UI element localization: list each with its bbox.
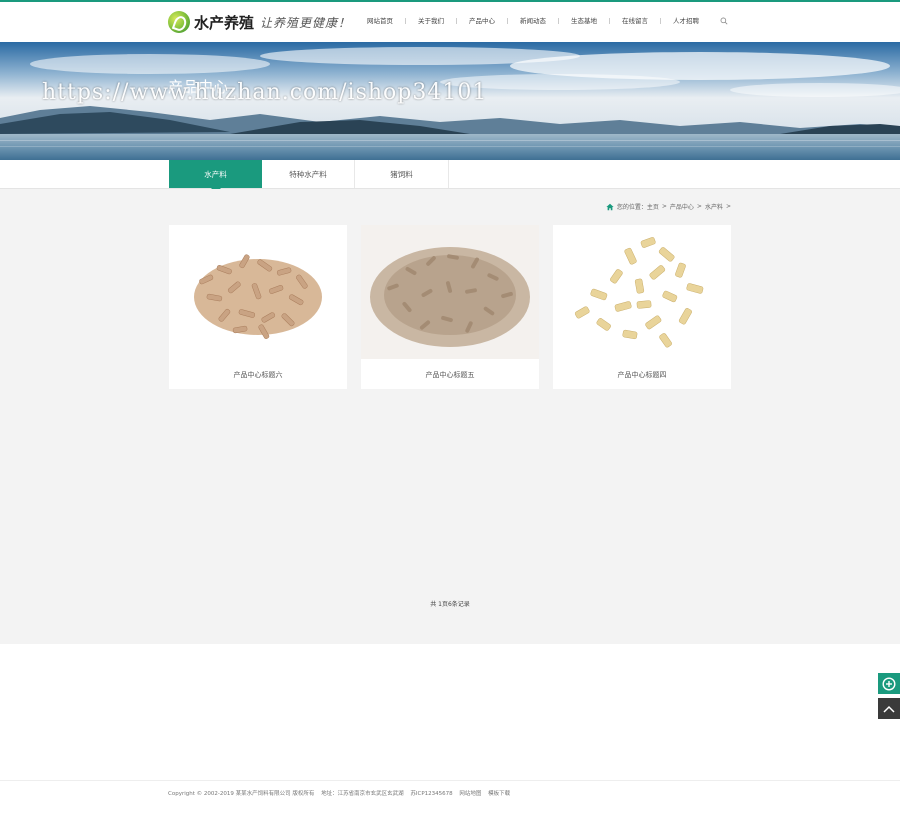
back-to-top-button[interactable]	[878, 698, 900, 719]
nav-item-about[interactable]: 关于我们	[406, 15, 456, 27]
logo[interactable]: 水产养殖 让养殖更健康！	[168, 10, 351, 34]
product-card[interactable]: 产品中心标题六	[169, 225, 347, 389]
page-banner: 产品中心 https://www.huzhan.com/ishop34101	[0, 42, 900, 160]
breadcrumb-separator: >	[725, 203, 731, 210]
nav-item-news[interactable]: 新闻动态	[508, 15, 558, 27]
home-icon	[606, 203, 614, 210]
add-float-button[interactable]	[878, 673, 900, 694]
footer-sitemap-link[interactable]: 网站地图	[459, 791, 481, 797]
logo-slogan: 让养殖更健康！	[260, 15, 352, 30]
tab-special-aquatic-feed[interactable]: 特种水产料	[262, 160, 355, 188]
nav-item-products[interactable]: 产品中心	[457, 15, 507, 27]
footer-address: 地址：江苏省南京市玄武区玄武湖	[321, 791, 404, 797]
category-tabs: 水产料 特种水产料 猪饲料	[0, 160, 900, 193]
product-card[interactable]: 产品中心标题五	[361, 225, 539, 389]
breadcrumb-home[interactable]: 主页	[647, 202, 659, 211]
footer-divider	[0, 780, 900, 781]
tab-label: 特种水产料	[289, 169, 327, 179]
logo-text: 水产养殖	[194, 13, 255, 32]
breadcrumb-current[interactable]: 水产料	[705, 202, 723, 211]
product-title[interactable]: 产品中心标题六	[169, 370, 347, 380]
pagination-info: 共 1页6条记录	[430, 601, 470, 608]
site-footer: Copyright © 2002-2019 某某水产饲料有限公司 版权所有 地址…	[168, 789, 515, 797]
plus-circle-icon	[882, 676, 896, 691]
footer-icp-link[interactable]: 苏ICP12345678	[410, 791, 452, 797]
logo-icon	[168, 11, 190, 33]
tab-label: 水产料	[204, 169, 227, 179]
search-icon[interactable]	[720, 17, 728, 25]
main-nav: 网站首页 关于我们 产品中心 新闻动态 生态基地 在线留言 人才招聘	[355, 15, 711, 27]
product-image	[169, 225, 347, 359]
product-title[interactable]: 产品中心标题五	[361, 370, 539, 380]
nav-item-base[interactable]: 生态基地	[559, 15, 609, 27]
tab-aquatic-feed[interactable]: 水产料	[169, 160, 262, 193]
product-card[interactable]: 产品中心标题四	[553, 225, 731, 389]
breadcrumb-category[interactable]: 产品中心	[670, 202, 694, 211]
watermark-url: https://www.huzhan.com/ishop34101	[42, 80, 488, 105]
breadcrumb: 您的位置： 主页 > 产品中心 > 水产料 >	[606, 202, 731, 211]
site-header: 水产养殖 让养殖更健康！ 网站首页 关于我们 产品中心 新闻动态 生态基地 在线…	[0, 2, 900, 42]
breadcrumb-separator: >	[661, 203, 667, 210]
breadcrumb-separator: >	[696, 203, 702, 210]
breadcrumb-prefix: 您的位置：	[616, 204, 647, 211]
main-content: 您的位置： 主页 > 产品中心 > 水产料 > 产品中心标题六 产品中心标题五 …	[0, 189, 900, 644]
nav-item-message[interactable]: 在线留言	[610, 15, 660, 27]
chevron-up-icon	[883, 705, 895, 713]
footer-template-link[interactable]: 模板下载	[488, 791, 510, 797]
nav-item-jobs[interactable]: 人才招聘	[661, 15, 711, 27]
product-title[interactable]: 产品中心标题四	[553, 370, 731, 380]
tab-label: 猪饲料	[390, 169, 413, 179]
product-image	[553, 225, 731, 359]
tab-pig-feed[interactable]: 猪饲料	[355, 160, 449, 188]
footer-copyright: Copyright © 2002-2019 某某水产饲料有限公司 版权所有	[168, 791, 315, 797]
nav-item-home[interactable]: 网站首页	[355, 15, 405, 27]
product-image	[361, 225, 539, 359]
